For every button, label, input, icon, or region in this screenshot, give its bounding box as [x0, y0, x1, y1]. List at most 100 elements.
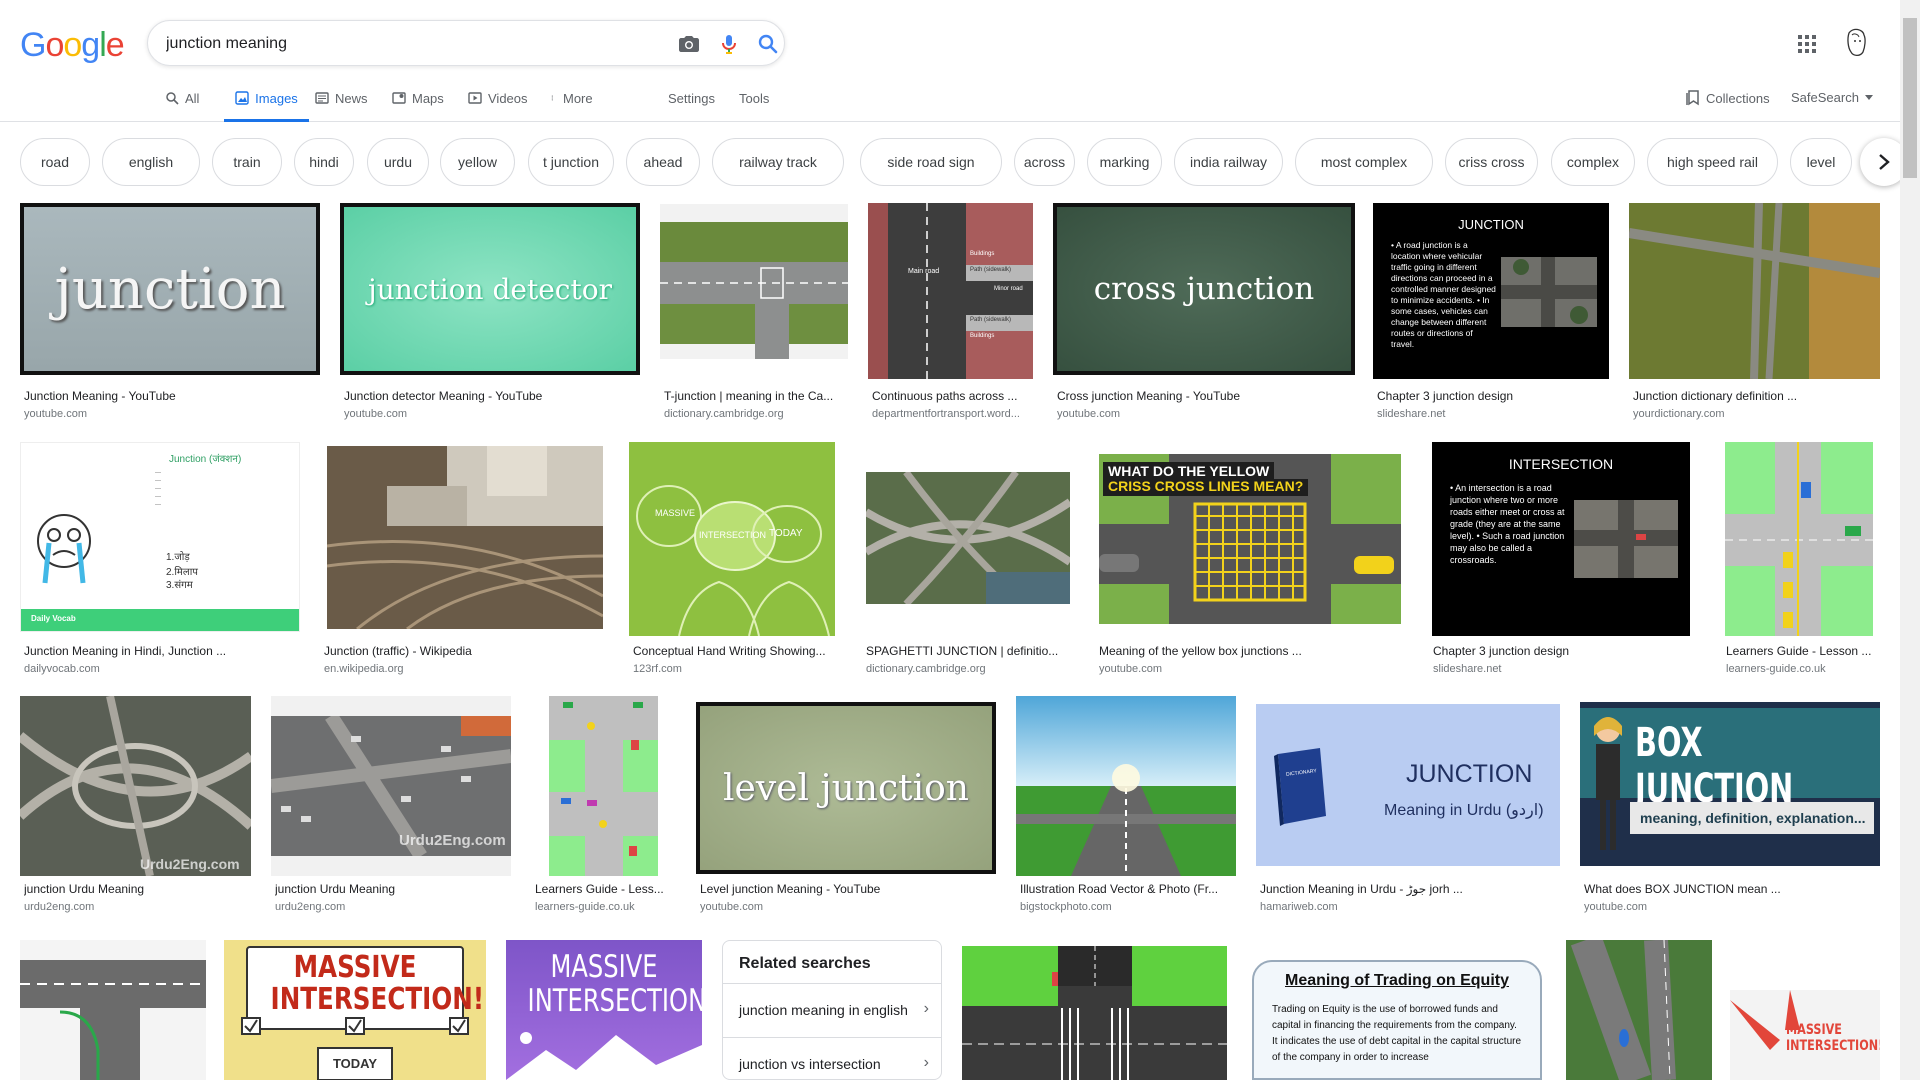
image-result[interactable]: SPAGHETTI JUNCTION | definitio... dictio…: [862, 442, 1076, 678]
result-thumbnail: [20, 940, 206, 1080]
image-result[interactable]: [1566, 940, 1712, 1080]
slide-title: JUNCTION: [1458, 217, 1524, 232]
image-result[interactable]: BOX JUNCTION meaning, definition, explan…: [1580, 696, 1880, 926]
chip-road[interactable]: road: [20, 138, 90, 186]
result-caption: Chapter 3 junction design: [1433, 644, 1570, 658]
collections-button[interactable]: Collections: [1686, 90, 1770, 106]
result-source: learners-guide.co.uk: [535, 901, 635, 913]
tab-all[interactable]: All: [165, 80, 199, 122]
chip-railway-track[interactable]: railway track: [712, 138, 844, 186]
related-search-item[interactable]: junction meaning in english ›: [723, 983, 941, 1037]
hindi-line: 1.जोड़: [166, 552, 190, 563]
chevron-right-icon: [1879, 154, 1890, 170]
safesearch-button[interactable]: SafeSearch: [1791, 90, 1873, 105]
diagram-label: Minor road: [994, 286, 1023, 292]
result-caption: Junction Meaning - YouTube: [24, 389, 176, 403]
chip-india-railway[interactable]: india railway: [1174, 138, 1283, 186]
scrollbar-thumb[interactable]: [1903, 18, 1917, 178]
chip-t-junction[interactable]: t junction: [528, 138, 614, 186]
related-searches-title: Related searches: [739, 955, 871, 972]
result-source: dictionary.cambridge.org: [664, 408, 784, 420]
chip-english[interactable]: english: [102, 138, 200, 186]
result-thumbnail: [866, 472, 1070, 604]
result-source: yourdictionary.com: [1633, 408, 1725, 420]
image-result[interactable]: MASSIVE INTERSECTION TODAY Conceptual Ha…: [629, 442, 835, 678]
tab-images[interactable]: Images: [224, 80, 309, 122]
image-result[interactable]: Urdu2Eng.com junction Urdu Meaning urdu2…: [271, 696, 512, 926]
image-result[interactable]: DICTIONARY JUNCTION Meaning in Urdu (ارد…: [1256, 696, 1562, 926]
image-result[interactable]: Junction (traffic) - Wikipedia en.wikipe…: [320, 442, 607, 678]
image-result[interactable]: Urdu2Eng.com junction Urdu Meaning urdu2…: [20, 696, 254, 926]
chip-complex[interactable]: complex: [1551, 138, 1635, 186]
result-thumbnail: junction: [20, 203, 320, 375]
chip-ahead[interactable]: ahead: [626, 138, 700, 186]
logo-letter: o: [45, 26, 64, 64]
tab-tools[interactable]: Tools: [739, 80, 769, 122]
apps-grid-icon[interactable]: [1795, 32, 1819, 56]
image-result[interactable]: Meaning of Trading on Equity Trading on …: [1248, 940, 1546, 1080]
card-subtitle: meaning, definition, explanation...: [1630, 802, 1874, 834]
chip-level[interactable]: level: [1790, 138, 1852, 186]
image-result[interactable]: Junction dictionary definition ... yourd…: [1629, 203, 1880, 423]
image-result[interactable]: MASSIVE INTERSECTION! TODAY: [224, 940, 488, 1080]
tab-settings[interactable]: Settings: [668, 80, 715, 122]
chip-most-complex[interactable]: most complex: [1295, 138, 1433, 186]
image-result[interactable]: WHAT DO THE YELLOW CRISS CROSS LINES MEA…: [1095, 442, 1407, 678]
image-result[interactable]: JUNCTION • A road junction is a location…: [1373, 203, 1609, 423]
video-icon: [468, 92, 482, 104]
doc-title: Meaning of Trading on Equity: [1285, 972, 1509, 989]
image-result[interactable]: junction detector Junction detector Mean…: [340, 203, 640, 423]
chip-train[interactable]: train: [212, 138, 282, 186]
image-result[interactable]: [20, 940, 206, 1080]
camera-icon[interactable]: [677, 32, 701, 56]
search-input[interactable]: [166, 33, 626, 55]
image-result[interactable]: INTERSECTION • An intersection is a road…: [1429, 442, 1693, 678]
card-subtitle: Meaning in Urdu (اردو): [1384, 802, 1544, 819]
result-caption: Junction Meaning in Hindi, Junction ...: [24, 644, 227, 658]
result-thumbnail: WHAT DO THE YELLOW CRISS CROSS LINES MEA…: [1099, 454, 1401, 624]
result-thumbnail: level junction: [696, 702, 996, 874]
sign-sub-text: TODAY: [332, 1056, 378, 1071]
image-result[interactable]: level junction Level junction Meaning - …: [696, 696, 996, 926]
image-result[interactable]: Learners Guide - Lesson ... learners-gui…: [1722, 442, 1882, 678]
chip-high-speed-rail[interactable]: high speed rail: [1647, 138, 1778, 186]
bookmark-icon: [1686, 90, 1699, 106]
chip-side-road-sign[interactable]: side road sign: [860, 138, 1002, 186]
result-source: youtube.com: [700, 901, 763, 913]
image-result[interactable]: Junction (जंक्शन) — — — — — 1.जोड़ 2.मिलाप 3…: [20, 442, 300, 678]
slide-title: INTERSECTION: [1508, 456, 1614, 472]
image-result[interactable]: Learners Guide - Less... learners-guide.…: [531, 696, 677, 926]
tab-news[interactable]: News: [315, 80, 368, 122]
image-result[interactable]: cross junction Cross junction Meaning - …: [1053, 203, 1355, 423]
result-thumbnail: [327, 446, 603, 629]
chip-criss-cross[interactable]: criss cross: [1445, 138, 1538, 186]
result-source: urdu2eng.com: [275, 901, 346, 913]
chip-yellow[interactable]: yellow: [440, 138, 515, 186]
chip-marking[interactable]: marking: [1087, 138, 1162, 186]
image-result[interactable]: Main road Buildings Path (sidewalk) Mino…: [868, 203, 1033, 423]
tab-maps[interactable]: Maps: [392, 80, 444, 122]
related-search-item[interactable]: junction vs intersection ›: [723, 1037, 941, 1079]
search-icon[interactable]: [756, 32, 780, 56]
tab-videos[interactable]: Videos: [468, 80, 528, 122]
map-pin-icon: [392, 92, 406, 104]
image-result[interactable]: Illustration Road Vector & Photo (Fr... …: [1016, 696, 1238, 926]
google-logo[interactable]: Google: [20, 26, 125, 65]
image-result[interactable]: T-junction | meaning in the Ca... dictio…: [660, 203, 848, 423]
chip-hindi[interactable]: hindi: [294, 138, 354, 186]
result-caption: Junction Meaning in Urdu - جوڑ jorh ...: [1260, 882, 1463, 896]
image-result[interactable]: junction Junction Meaning - YouTube yout…: [20, 203, 320, 423]
image-result[interactable]: MASSIVE INTERSECTION!: [506, 940, 702, 1080]
image-result[interactable]: MASSIVE INTERSECTION!: [1730, 940, 1880, 1080]
result-thumbnail: INTERSECTION • An intersection is a road…: [1432, 442, 1690, 636]
image-result[interactable]: [962, 940, 1227, 1080]
chip-across[interactable]: across: [1014, 138, 1075, 186]
avatar[interactable]: [1839, 25, 1873, 59]
result-thumbnail: BOX JUNCTION meaning, definition, explan…: [1580, 702, 1880, 866]
chip-urdu[interactable]: urdu: [367, 138, 429, 186]
result-caption: junction Urdu Meaning: [24, 882, 145, 896]
chevron-right-icon: ›: [923, 1000, 929, 1017]
result-source: dailyvocab.com: [24, 663, 100, 675]
microphone-icon[interactable]: [717, 32, 741, 56]
tab-more[interactable]: More: [551, 80, 593, 122]
